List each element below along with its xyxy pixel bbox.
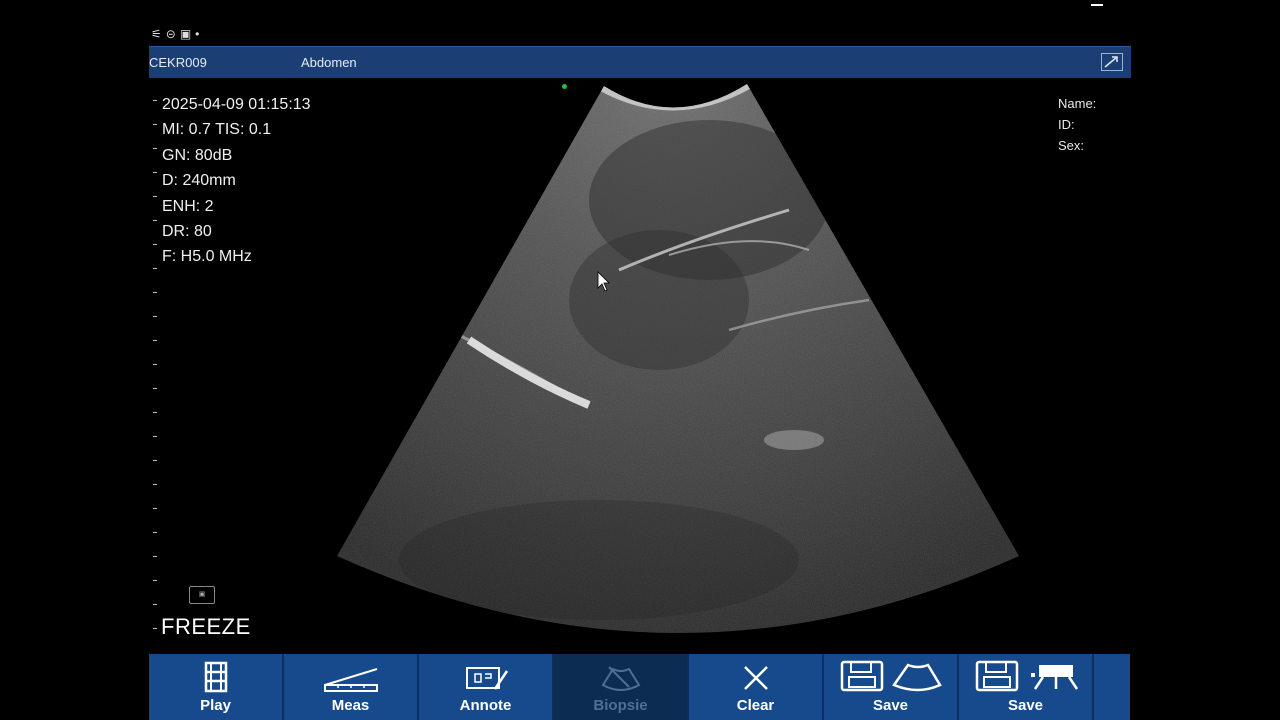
ruler-measure-icon bbox=[323, 668, 378, 692]
save-video-button[interactable]: Save bbox=[959, 654, 1094, 720]
play-label: Play bbox=[200, 697, 231, 714]
depth-value: D: 240mm bbox=[162, 172, 236, 190]
patient-info: Name: ID: Sex: bbox=[1058, 93, 1096, 156]
clear-button[interactable]: Clear bbox=[689, 654, 824, 720]
annotation-icon bbox=[465, 667, 508, 690]
biopsy-button[interactable]: Biopsie bbox=[554, 654, 689, 720]
annotate-button[interactable]: Annote bbox=[419, 654, 554, 720]
save-image-button[interactable]: Save bbox=[824, 654, 959, 720]
bottom-toolbar: Play Meas Annote Biopsie Clear Save Save bbox=[149, 654, 1131, 720]
focus-marker bbox=[562, 84, 567, 89]
ultrasound-app: ⚟ ⊝ ▣ • CEKR009 Abdomen 2025-04-09 01:15… bbox=[149, 0, 1131, 720]
patient-name-label: Name: bbox=[1058, 96, 1097, 111]
save-image-icon bbox=[840, 660, 942, 692]
mi-tis-value: MI: 0.7 TIS: 0.1 bbox=[162, 121, 272, 139]
save-image-label: Save bbox=[872, 697, 909, 714]
biopsie-label: Biopsie bbox=[593, 697, 648, 714]
clear-label: Clear bbox=[736, 697, 775, 714]
freeze-icon: ▣ bbox=[189, 586, 215, 604]
close-icon bbox=[743, 666, 768, 690]
depth-ruler bbox=[153, 100, 159, 640]
patient-id-label: ID: bbox=[1058, 117, 1075, 132]
film-strip-icon bbox=[204, 661, 227, 693]
frequency-value: F: H5.0 MHz bbox=[162, 248, 252, 266]
dynamic-range-value: DR: 80 bbox=[162, 223, 212, 241]
patient-sex-label: Sex: bbox=[1058, 138, 1085, 153]
scan-parameters: 2025-04-09 01:15:13 MI: 0.7 TIS: 0.1 GN:… bbox=[162, 92, 311, 270]
save-video-icon bbox=[975, 660, 1078, 692]
more-tools-button[interactable] bbox=[1094, 654, 1130, 720]
meas-label: Meas bbox=[331, 697, 370, 714]
biopsy-guide-icon bbox=[601, 666, 640, 691]
exam-datetime: 2025-04-09 01:15:13 bbox=[162, 96, 311, 113]
gain-value: GN: 80dB bbox=[162, 146, 233, 164]
annote-label: Annote bbox=[459, 697, 512, 714]
freeze-status: FREEZE bbox=[161, 614, 251, 639]
save-video-label: Save bbox=[1007, 697, 1044, 714]
measure-button[interactable]: Meas bbox=[284, 654, 419, 720]
enhancement-value: ENH: 2 bbox=[162, 197, 214, 215]
play-button[interactable]: Play bbox=[149, 654, 284, 720]
